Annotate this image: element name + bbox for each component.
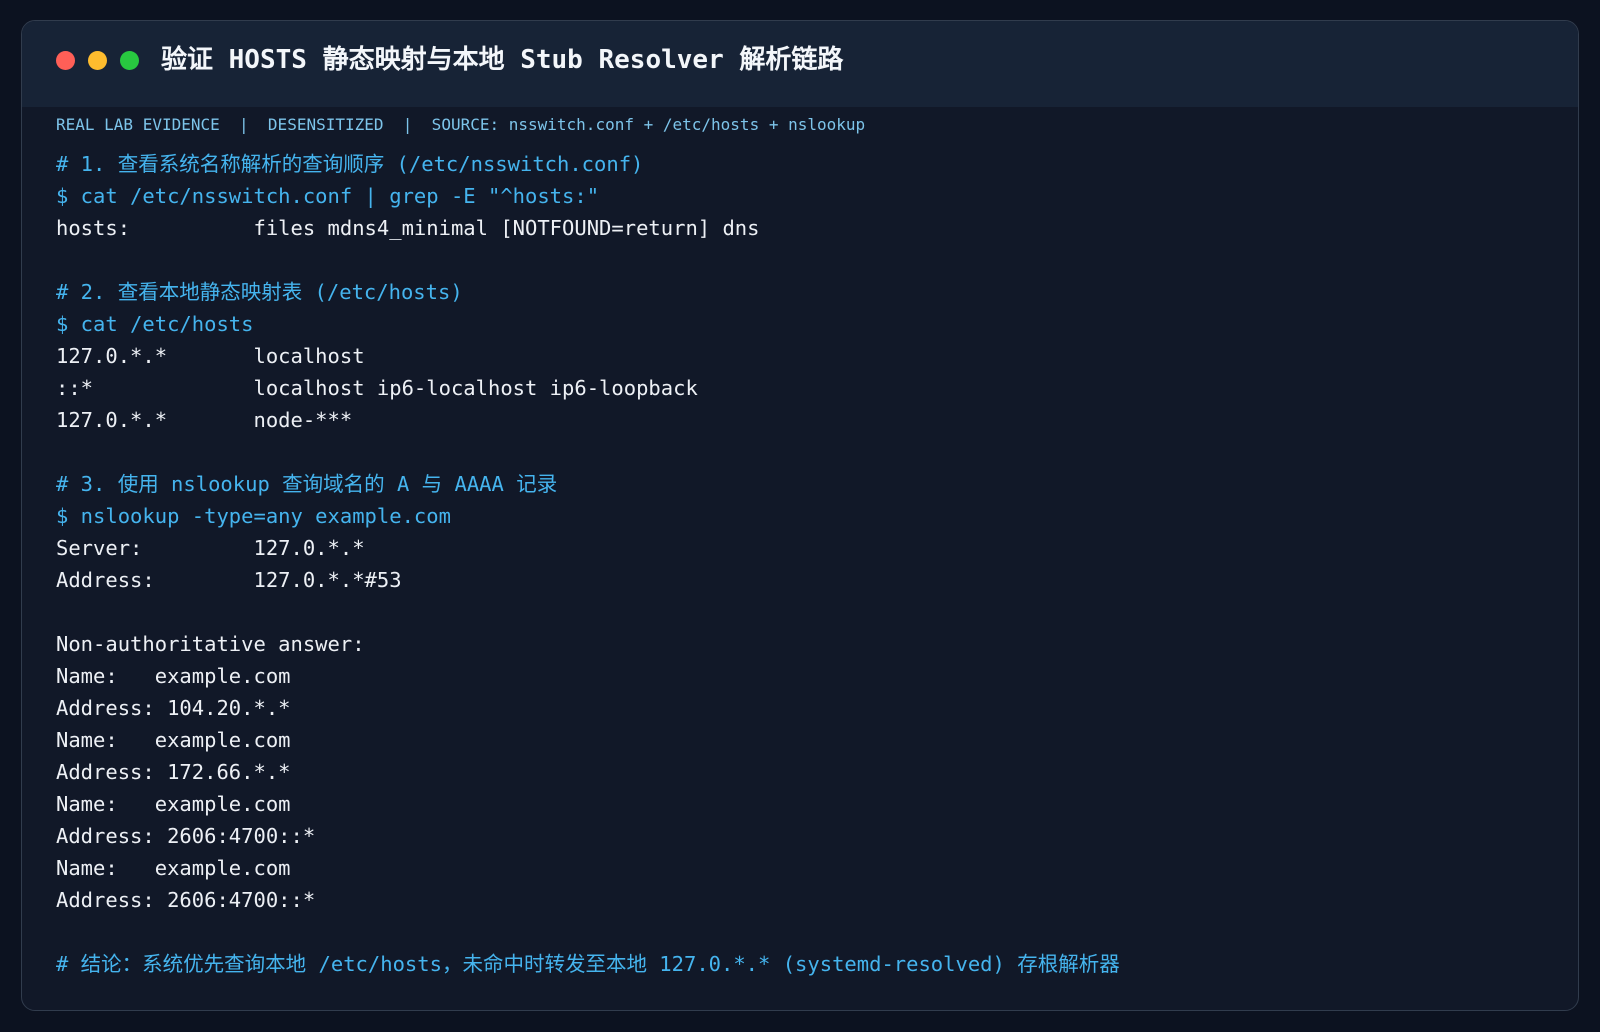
terminal-line-comment: # 3. 使用 nslookup 查询域名的 A 与 AAAA 记录 xyxy=(56,472,558,496)
terminal-line-command: $ cat /etc/nsswitch.conf | grep -E "^hos… xyxy=(56,184,600,208)
terminal-line-output: hosts: files mdns4_minimal [NOTFOUND=ret… xyxy=(56,216,760,240)
terminal-line-output: Address: 172.66.*.* xyxy=(56,760,291,784)
terminal-line-output: Name: example.com xyxy=(56,792,291,816)
terminal-line-output: Name: example.com xyxy=(56,664,291,688)
terminal-line-output: 127.0.*.* node-*** xyxy=(56,408,353,432)
terminal-line-comment: # 2. 查看本地静态映射表 (/etc/hosts) xyxy=(56,280,463,304)
minimize-window-button[interactable] xyxy=(88,51,107,70)
terminal-line-output: Name: example.com xyxy=(56,728,291,752)
terminal-line-output: Address: 2606:4700::* xyxy=(56,824,316,848)
terminal-line-output: Server: 127.0.*.* xyxy=(56,536,365,560)
terminal-window: 验证 HOSTS 静态映射与本地 Stub Resolver 解析链路 REAL… xyxy=(21,20,1579,1011)
terminal-line-command: $ cat /etc/hosts xyxy=(56,312,254,336)
terminal-line-output: Address: 2606:4700::* xyxy=(56,888,316,912)
terminal-line-command: $ nslookup -type=any example.com xyxy=(56,504,451,528)
terminal-line-comment: # 结论：系统优先查询本地 /etc/hosts，未命中时转发至本地 127.0… xyxy=(56,952,1120,976)
maximize-window-button[interactable] xyxy=(120,51,139,70)
close-window-button[interactable] xyxy=(56,51,75,70)
terminal-line-output: 127.0.*.* localhost xyxy=(56,344,365,368)
terminal-line-output: Address: 104.20.*.* xyxy=(56,696,291,720)
terminal-output: # 1. 查看系统名称解析的查询顺序 (/etc/nsswitch.conf) $… xyxy=(56,148,1120,980)
window-title: 验证 HOSTS 静态映射与本地 Stub Resolver 解析链路 xyxy=(161,45,844,75)
title-bar: 验证 HOSTS 静态映射与本地 Stub Resolver 解析链路 xyxy=(22,21,1578,107)
terminal-line-output: Address: 127.0.*.*#53 xyxy=(56,568,402,592)
evidence-meta-line: REAL LAB EVIDENCE | DESENSITIZED | SOURC… xyxy=(56,115,866,134)
terminal-line-output: Non-authoritative answer: xyxy=(56,632,365,656)
terminal-line-output: ::* localhost ip6-localhost ip6-loopback xyxy=(56,376,698,400)
terminal-line-output: Name: example.com xyxy=(56,856,291,880)
terminal-line-comment: # 1. 查看系统名称解析的查询顺序 (/etc/nsswitch.conf) xyxy=(56,152,644,176)
